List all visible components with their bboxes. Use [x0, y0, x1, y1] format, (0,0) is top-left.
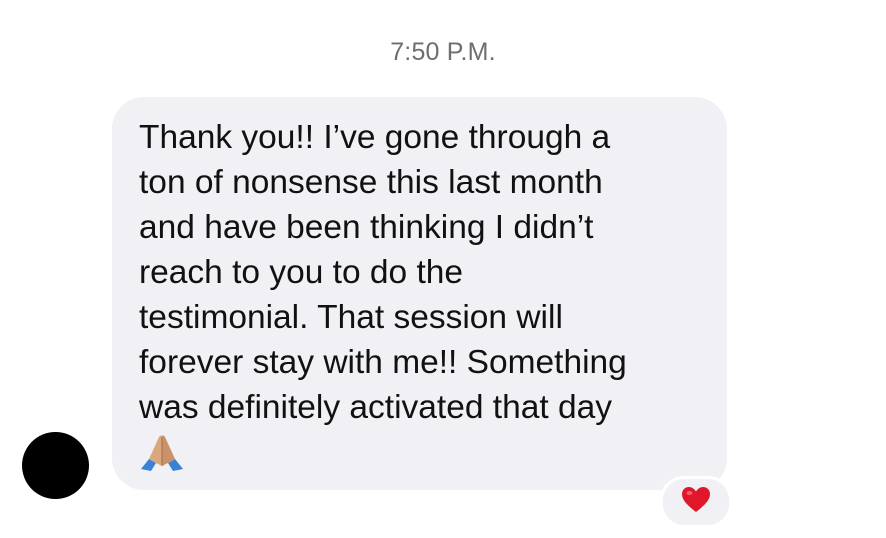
message-text: Thank you!! I’ve gone through a ton of n…: [139, 119, 627, 426]
message-bubble[interactable]: Thank you!! I’ve gone through a ton of n…: [112, 97, 727, 490]
incoming-message-row: Thank you!! I’ve gone through a ton of n…: [0, 0, 886, 538]
sender-avatar[interactable]: [22, 432, 89, 499]
folded-hands-icon: [139, 432, 185, 472]
red-heart-icon: [681, 486, 711, 518]
reaction-badge[interactable]: [660, 476, 732, 528]
